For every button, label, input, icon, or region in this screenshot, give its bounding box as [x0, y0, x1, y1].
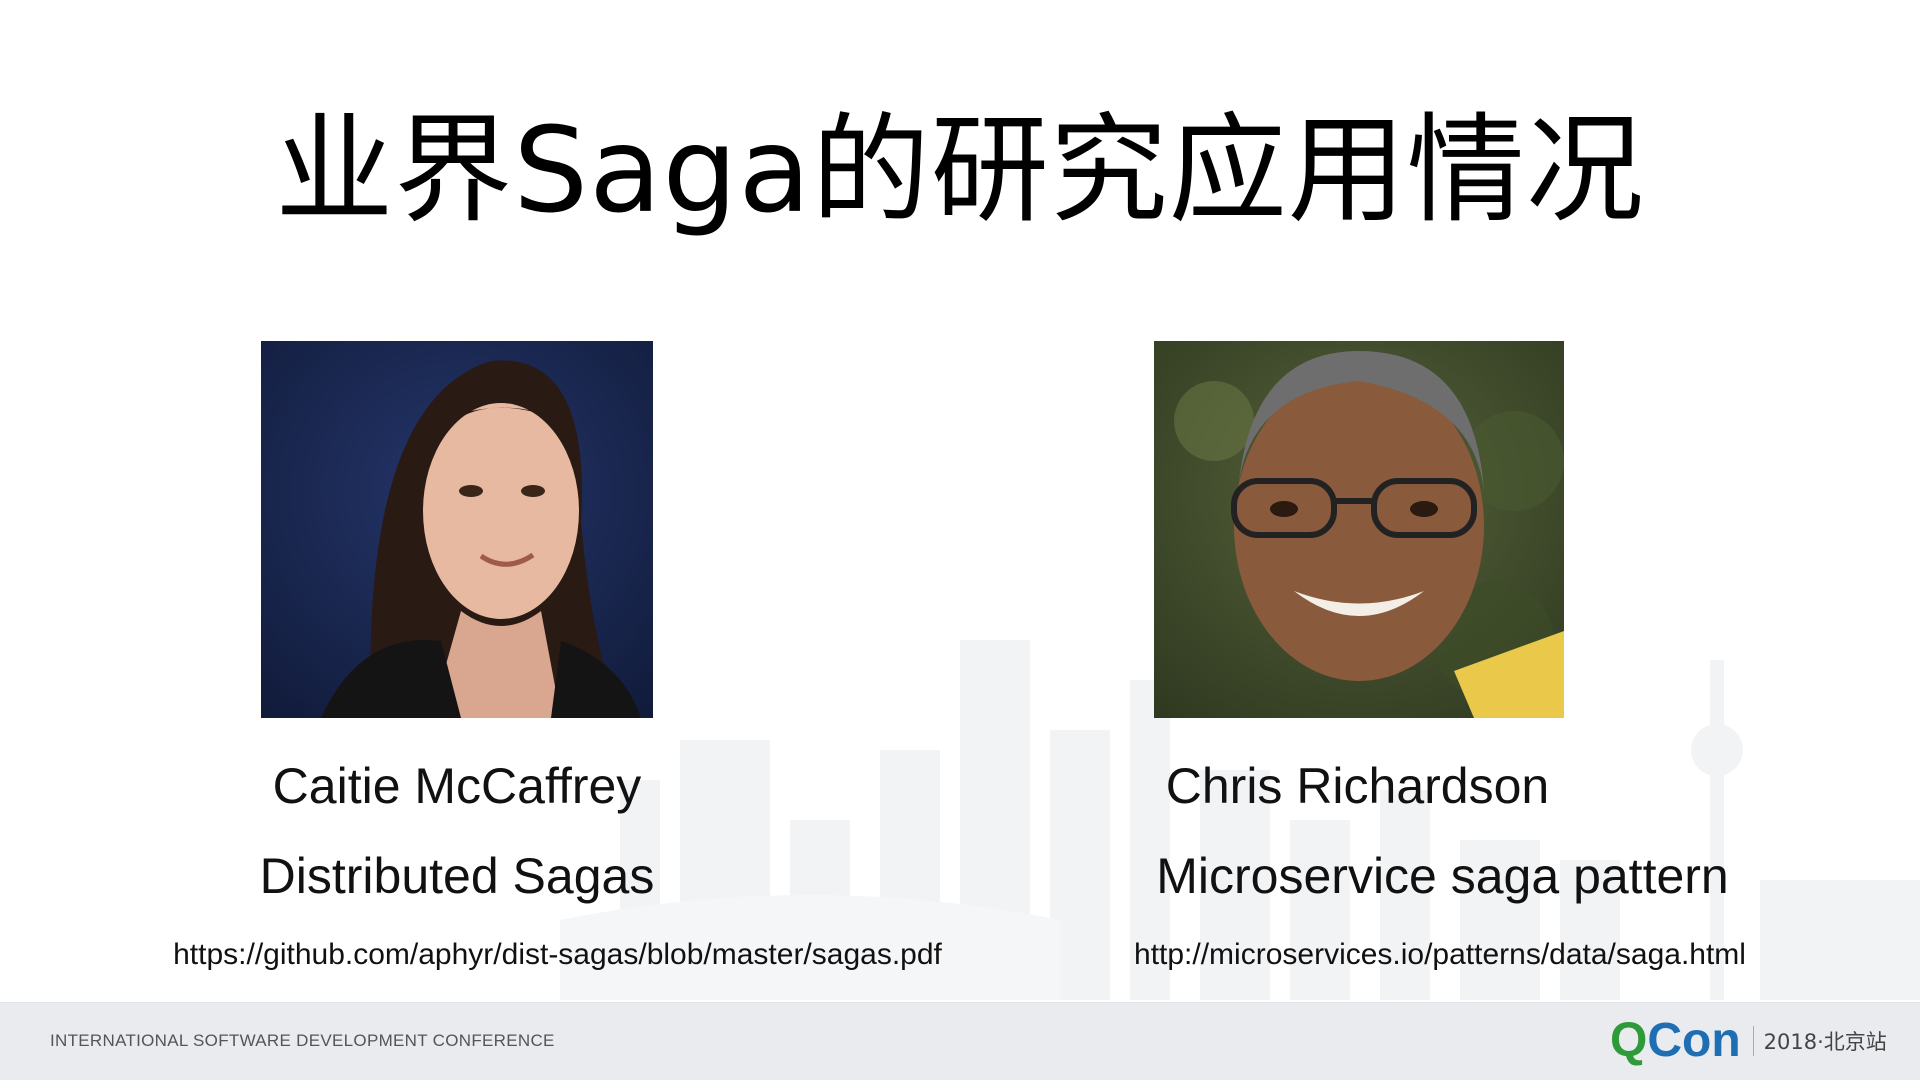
speaker-topic-left: Distributed Sagas — [259, 848, 655, 904]
conference-name: INTERNATIONAL SOFTWARE DEVELOPMENT CONFE… — [50, 1031, 555, 1050]
brand-q: Q — [1610, 1014, 1648, 1067]
speaker-topic-right: Microservice saga pattern — [1156, 848, 1729, 904]
brand-edition: 2018·北京站 — [1752, 1026, 1887, 1056]
brand-con: Con — [1647, 1014, 1741, 1067]
speaker-link-right[interactable]: http://microservices.io/patterns/data/sa… — [1120, 938, 1760, 972]
portrait-chris — [1154, 341, 1564, 718]
speaker-link-left[interactable]: https://github.com/aphyr/dist-sagas/blob… — [140, 938, 975, 972]
slide-title: 业界Saga的研究应用情况 — [275, 101, 1645, 239]
speaker-photo-right — [1154, 341, 1564, 718]
footer-bar: INTERNATIONAL SOFTWARE DEVELOPMENT CONFE… — [0, 1002, 1920, 1080]
slide: 业界Saga的研究应用情况 Caitie McCaffrey Distribut… — [0, 0, 1920, 1080]
speaker-photo-left — [261, 341, 653, 718]
speaker-name-left: Caitie McCaffrey — [272, 758, 642, 814]
portrait-caitie — [261, 341, 653, 718]
qcon-logo: Q Con 2018·北京站 — [1610, 1013, 1887, 1069]
speaker-name-right: Chris Richardson — [1165, 758, 1550, 814]
